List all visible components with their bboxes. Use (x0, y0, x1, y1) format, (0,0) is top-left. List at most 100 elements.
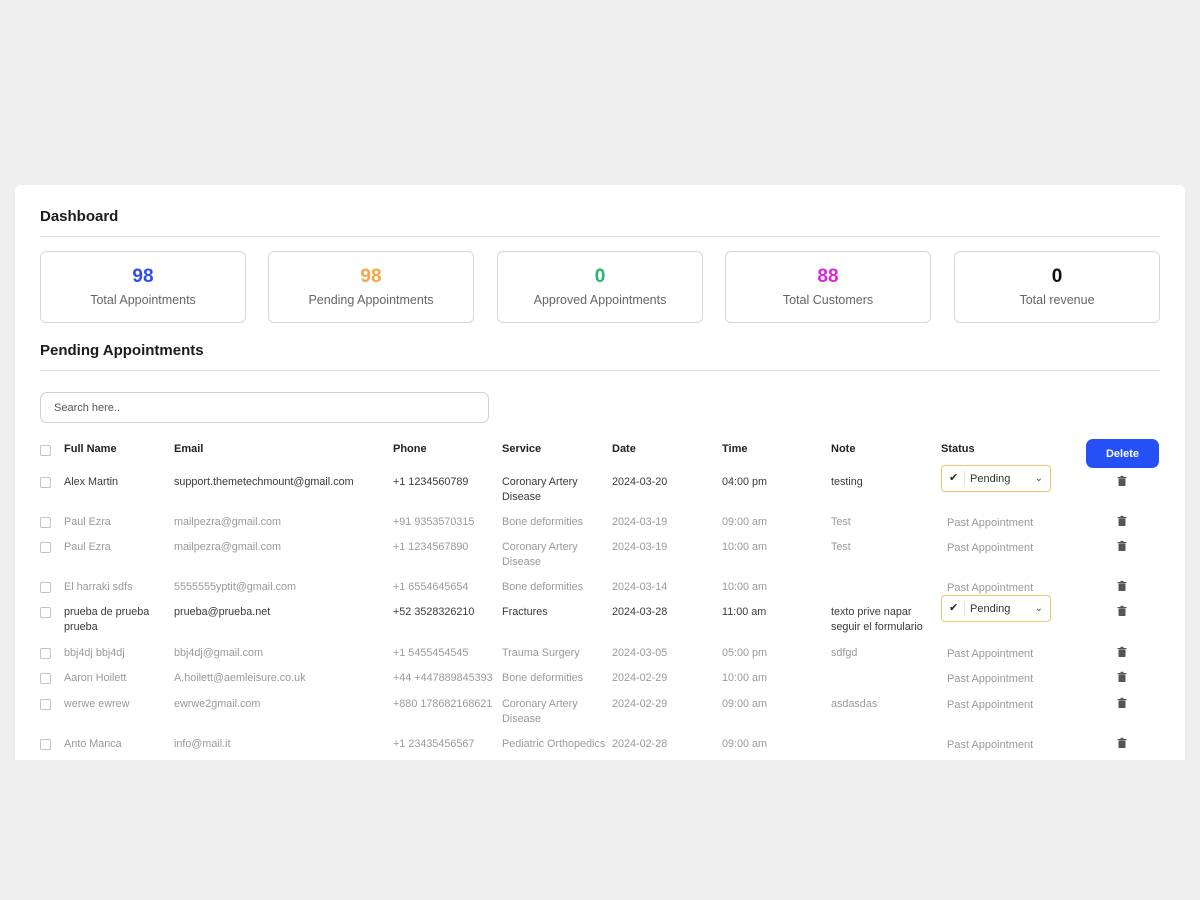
stat-card-total-customers: 88 Total Customers (725, 251, 931, 323)
cell-time: 05:00 pm (722, 647, 768, 659)
cell-full-name: prueba de prueba prueba (64, 606, 150, 633)
cell-full-name: Alex Martin (64, 476, 119, 488)
trash-icon[interactable] (1116, 646, 1128, 658)
cell-note: sdfgd (831, 647, 858, 659)
stat-card-total-revenue: 0 Total revenue (954, 251, 1160, 323)
cell-service: Bone deformities (502, 516, 584, 528)
stat-value: 0 (1051, 266, 1063, 287)
cell-time: 10:00 am (722, 541, 768, 553)
trash-icon[interactable] (1116, 605, 1128, 617)
chevron-down-icon: ⌄ (1034, 603, 1043, 614)
cell-phone: +880 178682168621 (393, 698, 493, 710)
cell-email: A.hoilett@aemleisure.co.uk (174, 672, 306, 684)
divider (964, 471, 965, 486)
column-header-note: Note (831, 443, 856, 455)
cell-email: prueba@prueba.net (174, 606, 271, 618)
row-checkbox[interactable] (40, 542, 51, 553)
stat-value: 98 (132, 266, 154, 287)
stat-label: Approved Appointments (533, 293, 667, 307)
cell-status: Past Appointment (947, 699, 1034, 711)
cell-date: 2024-03-19 (612, 516, 668, 528)
trash-icon[interactable] (1116, 737, 1128, 749)
pending-appointments-title: Pending Appointments (40, 342, 204, 359)
row-checkbox[interactable] (40, 648, 51, 659)
status-select[interactable]: ✔ Pending ⌄ (941, 595, 1051, 622)
trash-icon[interactable] (1116, 475, 1128, 487)
column-header-time: Time (722, 443, 748, 455)
cell-time: 10:00 am (722, 581, 768, 593)
cell-phone: +1 1234567890 (393, 541, 469, 553)
column-header-phone: Phone (393, 443, 427, 455)
row-checkbox[interactable] (40, 477, 51, 488)
cell-status: Past Appointment (947, 739, 1034, 751)
cell-date: 2024-03-28 (612, 606, 668, 618)
cell-time: 11:00 am (722, 606, 767, 618)
row-checkbox[interactable] (40, 739, 51, 750)
row-checkbox[interactable] (40, 699, 51, 710)
stat-card-total-appointments: 98 Total Appointments (40, 251, 246, 323)
status-select[interactable]: ✔ Pending ⌄ (941, 465, 1051, 492)
cell-time: 09:00 am (722, 698, 768, 710)
status-select-value: Pending (970, 603, 1011, 615)
cell-service: Pediatric Orthopedics (502, 738, 606, 750)
cell-note: Test (831, 516, 851, 528)
column-header-email: Email (174, 443, 204, 455)
chevron-down-icon: ⌄ (1034, 473, 1043, 484)
divider (40, 370, 1160, 371)
row-checkbox[interactable] (40, 607, 51, 618)
row-checkbox[interactable] (40, 673, 51, 684)
trash-icon[interactable] (1116, 697, 1128, 709)
column-header-service: Service (502, 443, 542, 455)
cell-date: 2024-03-20 (612, 476, 668, 488)
cell-service: Fractures (502, 606, 548, 618)
cell-full-name: Anto Manca (64, 738, 122, 750)
cell-full-name: werwe ewrew (64, 698, 130, 710)
stat-value: 88 (817, 266, 839, 287)
cell-note: testing (831, 476, 863, 488)
cell-note: asdasdas (831, 698, 878, 710)
column-header-date: Date (612, 443, 636, 455)
row-checkbox[interactable] (40, 517, 51, 528)
cell-phone: +1 1234560789 (393, 476, 469, 488)
status-select-value: Pending (970, 473, 1011, 485)
stat-card-approved-appointments: 0 Approved Appointments (497, 251, 703, 323)
cell-phone: +91 9353570315 (393, 516, 475, 528)
column-header-name: Full Name (64, 443, 117, 455)
divider (40, 236, 1160, 237)
cell-status: Past Appointment (947, 542, 1034, 554)
cell-phone: +52 3528326210 (393, 606, 475, 618)
divider (964, 601, 965, 616)
cell-status: Past Appointment (947, 517, 1034, 529)
check-icon: ✔ (949, 472, 959, 484)
select-all-checkbox[interactable] (40, 445, 51, 456)
cell-date: 2024-02-29 (612, 672, 668, 684)
row-checkbox[interactable] (40, 582, 51, 593)
cell-status: Past Appointment (947, 648, 1034, 660)
stat-value: 98 (360, 266, 382, 287)
cell-full-name: El harraki sdfs (64, 581, 133, 593)
cell-email: mailpezra@gmail.com (174, 516, 281, 528)
cell-service: Coronary Artery Disease (502, 476, 578, 503)
cell-note: Test (831, 541, 851, 553)
cell-time: 09:00 am (722, 516, 768, 528)
cell-note: texto prive napar seguir el formulario (831, 606, 923, 633)
cell-full-name: bbj4dj bbj4dj (64, 647, 125, 659)
search-input[interactable] (40, 392, 489, 423)
trash-icon[interactable] (1116, 540, 1128, 552)
cell-date: 2024-03-05 (612, 647, 668, 659)
cell-date: 2024-03-19 (612, 541, 668, 553)
cell-full-name: Paul Ezra (64, 541, 111, 553)
trash-icon[interactable] (1116, 671, 1128, 683)
trash-icon[interactable] (1116, 580, 1128, 592)
check-icon: ✔ (949, 602, 959, 614)
trash-icon[interactable] (1116, 515, 1128, 527)
cell-email: info@mail.it (174, 738, 231, 750)
cell-service: Trauma Surgery (502, 647, 580, 659)
cell-service: Coronary Artery Disease (502, 541, 578, 568)
stat-label: Total Appointments (90, 293, 196, 307)
stats-cards: 98 Total Appointments 98 Pending Appoint… (40, 251, 1160, 323)
cell-time: 10:00 am (722, 672, 768, 684)
cell-email: ewrwe2gmail.com (174, 698, 261, 710)
stat-label: Total revenue (1019, 293, 1095, 307)
cell-phone: +1 6554645654 (393, 581, 469, 593)
